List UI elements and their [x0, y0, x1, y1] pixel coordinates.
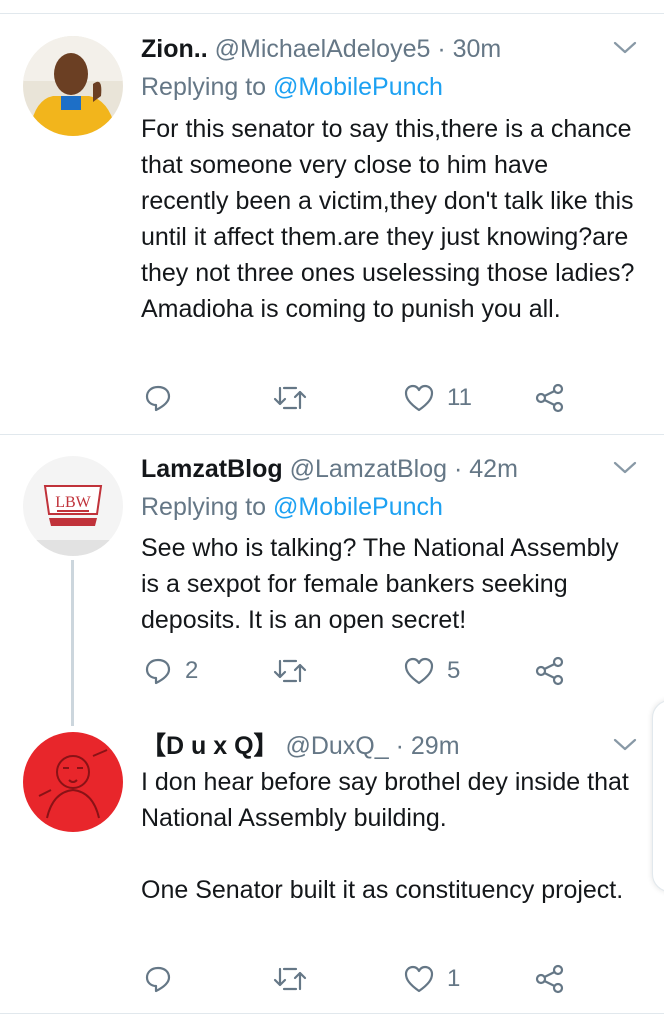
replying-label: Replying to — [141, 493, 267, 521]
chevron-down-icon[interactable] — [612, 735, 638, 755]
display-name[interactable]: LamzatBlog — [141, 455, 283, 483]
timestamp[interactable]: · 29m — [396, 732, 460, 760]
like-count: 5 — [447, 657, 461, 684]
share-button[interactable] — [535, 378, 565, 418]
display-name[interactable]: 【D u x Q】 — [141, 732, 279, 760]
reply-button[interactable] — [143, 959, 185, 999]
handle[interactable]: @DuxQ_ — [285, 732, 388, 760]
heart-icon — [403, 383, 435, 413]
tweet-text: For this senator to say this,there is a … — [141, 115, 635, 323]
reply-count: 2 — [185, 657, 199, 684]
avatar-logo-text: LBW — [55, 494, 91, 511]
tweet-divider — [0, 1013, 664, 1014]
replying-label: Replying to — [141, 73, 267, 101]
handle[interactable]: @LamzatBlog — [290, 455, 447, 483]
timestamp[interactable]: · 42m — [454, 455, 518, 483]
replying-to: Replying to @MobilePunch — [141, 72, 443, 102]
share-icon — [535, 656, 565, 686]
reply-icon — [143, 656, 173, 686]
chevron-down-icon[interactable] — [612, 458, 638, 478]
share-icon — [535, 383, 565, 413]
retweet-icon — [273, 383, 307, 413]
like-count: 11 — [447, 384, 472, 411]
mention-link[interactable]: @MobilePunch — [273, 73, 443, 101]
share-button[interactable] — [535, 959, 565, 999]
retweet-button[interactable] — [273, 651, 319, 691]
reply-button[interactable] — [143, 378, 185, 418]
tweet-divider — [0, 434, 664, 435]
reply-icon — [143, 383, 173, 413]
action-bar: 1 — [141, 959, 591, 999]
retweet-button[interactable] — [273, 959, 319, 999]
tweet-text: I don hear before say brothel dey inside… — [141, 768, 629, 904]
action-bar: 11 — [141, 378, 591, 418]
top-divider — [0, 13, 664, 14]
retweet-icon — [273, 656, 307, 686]
avatar[interactable]: LBW — [23, 456, 123, 556]
avatar[interactable] — [23, 732, 123, 832]
like-button[interactable]: 5 — [403, 651, 460, 691]
replying-to: Replying to @MobilePunch — [141, 492, 443, 522]
side-panel-edge[interactable] — [652, 700, 664, 892]
thread-connector — [71, 560, 74, 726]
like-count: 1 — [447, 965, 461, 992]
reply-icon — [143, 964, 173, 994]
retweet-icon — [273, 964, 307, 994]
heart-icon — [403, 964, 435, 994]
like-button[interactable]: 11 — [403, 378, 472, 418]
share-icon — [535, 964, 565, 994]
retweet-button[interactable] — [273, 378, 319, 418]
chevron-down-icon[interactable] — [612, 38, 638, 58]
like-button[interactable]: 1 — [403, 959, 460, 999]
handle[interactable]: @MichaelAdeloye5 — [215, 35, 431, 63]
heart-icon — [403, 656, 435, 686]
avatar[interactable] — [23, 36, 123, 136]
display-name[interactable]: Zion.. — [141, 35, 208, 63]
tweet-text: See who is talking? The National Assembl… — [141, 534, 619, 634]
share-button[interactable] — [535, 651, 565, 691]
timestamp[interactable]: · 30m — [437, 35, 501, 63]
reply-button[interactable]: 2 — [143, 651, 198, 691]
action-bar: 2 5 — [141, 651, 591, 691]
mention-link[interactable]: @MobilePunch — [273, 493, 443, 521]
